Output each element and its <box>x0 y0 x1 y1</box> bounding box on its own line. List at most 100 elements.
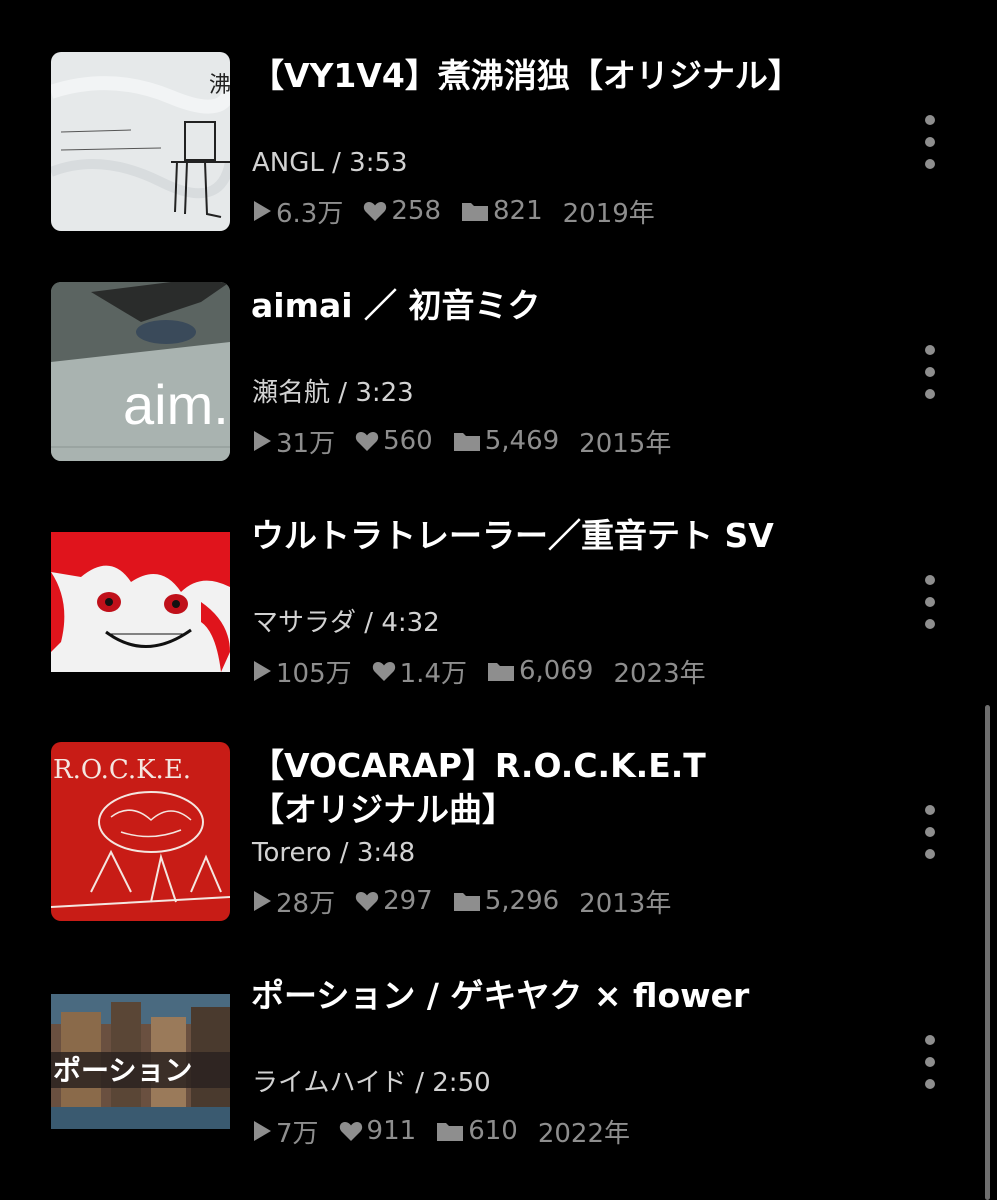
duration: 3:53 <box>349 148 408 178</box>
heart-icon <box>364 202 387 221</box>
list-item[interactable]: R.O.C.K.E. 【VOCARAP】R.O.C.K.E.T 【オリジナル曲】… <box>0 742 960 942</box>
title-line-2: 【オリジナル曲】 <box>251 790 515 829</box>
folder-icon <box>437 1123 464 1141</box>
thumbnail[interactable]: R.O.C.K.E. <box>51 742 230 921</box>
artist-name[interactable]: ANGL <box>252 148 324 178</box>
video-title[interactable]: ウルトラトレーラー／重音テト SV <box>251 514 891 558</box>
likes-count: 911 <box>366 1116 417 1146</box>
duration: 3:23 <box>355 378 414 408</box>
plays-stat: 6.3万 <box>252 193 343 230</box>
separator: / <box>330 378 356 408</box>
thumb-text: R.O.C.K.E. <box>53 755 191 785</box>
likes-count: 258 <box>391 196 441 226</box>
play-icon <box>254 661 271 681</box>
mylist-stat: 5,469 <box>453 426 559 456</box>
play-icon <box>254 891 271 911</box>
upload-year: 2023年 <box>613 658 706 689</box>
plays-count: 28万 <box>276 888 336 919</box>
more-vertical-icon[interactable] <box>916 572 944 632</box>
scrollbar[interactable] <box>985 705 990 1200</box>
artist-name[interactable]: 瀬名航 <box>252 378 330 408</box>
artist-name[interactable]: マサラダ <box>252 608 356 638</box>
artist-duration: ライムハイド / 2:50 <box>252 1066 491 1100</box>
likes-stat: 258 <box>363 196 441 226</box>
thumbnail[interactable]: 沸 <box>51 52 230 231</box>
duration: 2:50 <box>432 1068 491 1098</box>
separator: / <box>323 148 350 178</box>
plays-count: 6.3万 <box>276 198 344 229</box>
play-icon <box>254 431 271 451</box>
mylist-stat: 610 <box>436 1116 518 1146</box>
list-item[interactable]: 沸 【VY1V4】煮沸消独【オリジナル】 ANGL / 3:53 6.3万 25… <box>0 52 960 252</box>
upload-year: 2019年 <box>562 198 655 229</box>
artist-name[interactable]: Torero <box>252 838 332 868</box>
mylist-count: 5,469 <box>484 426 560 456</box>
video-list: 沸 【VY1V4】煮沸消独【オリジナル】 ANGL / 3:53 6.3万 25… <box>0 0 997 1200</box>
artist-duration: 瀬名航 / 3:23 <box>252 376 414 410</box>
likes-stat: 1.4万 <box>372 653 467 690</box>
likes-count: 560 <box>383 426 433 456</box>
video-title[interactable]: aimai ／ 初音ミク <box>251 284 891 328</box>
heart-icon <box>355 892 379 911</box>
plays-stat: 105万 <box>252 653 352 690</box>
plays-stat: 7万 <box>252 1113 319 1150</box>
plays-count: 31万 <box>276 428 336 459</box>
play-icon <box>254 201 271 221</box>
mylist-count: 821 <box>493 196 543 226</box>
separator: / <box>331 838 357 868</box>
more-vertical-icon[interactable] <box>916 802 944 862</box>
title-line-1: ポーション / ゲキヤク × flower <box>251 976 750 1015</box>
list-item[interactable]: ウルトラトレーラー／重音テト SV マサラダ / 4:32 105万 1.4万 … <box>0 512 960 712</box>
folder-icon <box>462 203 488 221</box>
title-line-1: 【VY1V4】煮沸消独【オリジナル】 <box>251 56 801 95</box>
plays-count: 7万 <box>276 1118 319 1149</box>
duration: 4:32 <box>381 608 440 638</box>
likes-stat: 297 <box>355 886 433 916</box>
title-line-1: ウルトラトレーラー／重音テト SV <box>251 516 774 555</box>
list-item[interactable]: ポーション ポーション / ゲキヤク × flower ライムハイド / 2:5… <box>0 972 960 1172</box>
more-vertical-icon[interactable] <box>916 342 944 402</box>
folder-icon <box>453 433 480 451</box>
mylist-count: 6,069 <box>519 656 594 686</box>
plays-stat: 31万 <box>252 423 335 460</box>
video-title[interactable]: 【VOCARAP】R.O.C.K.E.T 【オリジナル曲】 <box>251 744 891 832</box>
mylist-count: 5,296 <box>484 886 560 916</box>
thumbnail[interactable]: ポーション <box>51 972 230 1151</box>
stats-row: 7万 911 610 2022年 <box>252 1113 650 1150</box>
artist-name[interactable]: ライムハイド <box>252 1068 407 1098</box>
likes-stat: 911 <box>339 1116 417 1146</box>
artist-duration: ANGL / 3:53 <box>252 146 408 180</box>
title-line-1: 【VOCARAP】R.O.C.K.E.T <box>251 746 706 785</box>
duration: 3:48 <box>356 838 416 868</box>
stats-row: 28万 297 5,296 2013年 <box>252 884 691 919</box>
thumbnail[interactable]: aim. <box>51 282 230 461</box>
plays-count: 105万 <box>276 658 352 689</box>
more-vertical-icon[interactable] <box>916 1032 944 1092</box>
mylist-stat: 821 <box>461 196 543 226</box>
upload-year: 2015年 <box>579 428 672 459</box>
play-icon <box>254 1121 271 1141</box>
title-line-1: aimai ／ 初音ミク <box>251 286 541 325</box>
video-title[interactable]: 【VY1V4】煮沸消独【オリジナル】 <box>251 54 891 98</box>
thumb-text: aim. <box>123 373 229 436</box>
video-title[interactable]: ポーション / ゲキヤク × flower <box>251 974 891 1018</box>
folder-icon <box>453 893 480 911</box>
likes-stat: 560 <box>355 426 433 456</box>
thumb-text: ポーション <box>53 1054 192 1087</box>
more-vertical-icon[interactable] <box>916 112 944 172</box>
likes-count: 1.4万 <box>399 658 467 689</box>
stats-row: 31万 560 5,469 2015年 <box>252 423 691 460</box>
heart-icon <box>355 432 379 451</box>
heart-icon <box>372 662 395 681</box>
separator: / <box>356 608 382 638</box>
folder-icon <box>488 663 514 681</box>
heart-icon <box>339 1122 362 1141</box>
upload-year: 2013年 <box>579 888 672 919</box>
stats-row: 105万 1.4万 6,069 2023年 <box>252 653 726 690</box>
thumbnail[interactable] <box>51 512 230 691</box>
artist-duration: マサラダ / 4:32 <box>252 606 440 640</box>
mylist-stat: 6,069 <box>487 656 593 686</box>
list-item[interactable]: aim. aimai ／ 初音ミク 瀬名航 / 3:23 31万 560 5,4… <box>0 282 960 482</box>
upload-year: 2022年 <box>537 1118 630 1149</box>
mylist-count: 610 <box>468 1116 518 1146</box>
